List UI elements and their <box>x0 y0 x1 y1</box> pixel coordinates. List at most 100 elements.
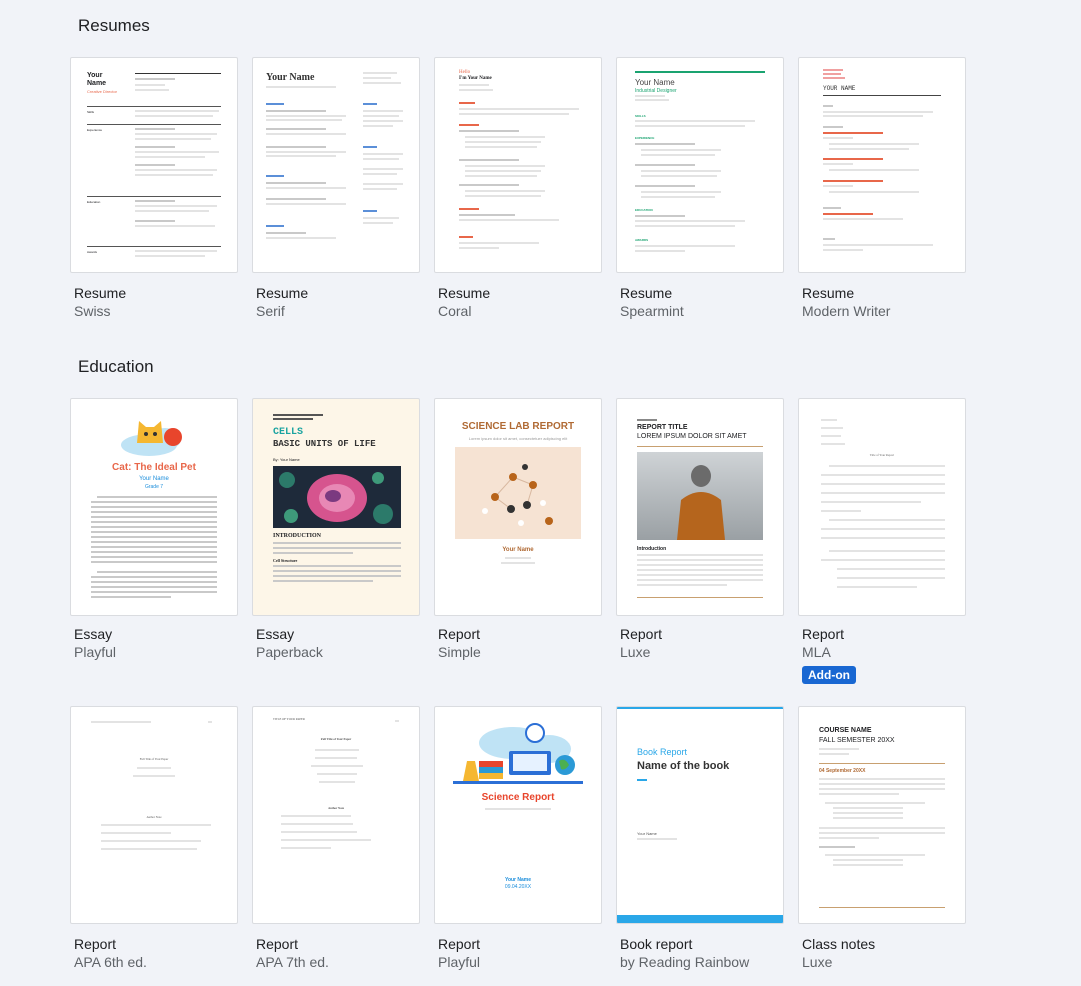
preview-author-note: Author Note <box>146 815 162 819</box>
preview-name: I'm Your Name <box>459 76 492 81</box>
template-title: Resume <box>256 285 309 301</box>
template-thumbnail[interactable]: YOUR NAME <box>798 57 966 273</box>
preview-subtitle: Lorem ipsum dolor sit amet, consectetuer… <box>468 436 568 441</box>
preview-title: CELLS <box>273 427 304 438</box>
template-title: Report <box>74 936 117 952</box>
template-thumbnail[interactable]: Your Name Creative Director Skills Exper… <box>70 57 238 273</box>
preview-title: COURSE NAME <box>819 727 872 734</box>
preview-title: Science Report <box>481 792 555 803</box>
template-thumbnail[interactable]: SCIENCE LAB REPORT Lorem ipsum dolor sit… <box>434 398 602 616</box>
template-card-report-apa6[interactable]: Full Title of Your Paper Author Note Rep… <box>70 706 238 970</box>
template-card-report-apa7[interactable]: TITLE OF YOUR PAPER Full Title of Your P… <box>252 706 420 970</box>
template-thumbnail[interactable]: Your Name <box>252 57 420 273</box>
template-title: Resume <box>438 285 491 301</box>
template-card-resume-serif[interactable]: Your Name Resume Serif <box>252 57 420 319</box>
template-thumbnail[interactable]: REPORT TITLE LOREM IPSUM DOLOR SIT AMET … <box>616 398 784 616</box>
preview-title: REPORT TITLE <box>637 424 688 431</box>
template-title: Essay <box>256 626 295 642</box>
template-card-essay-paperback[interactable]: CELLS BASIC UNITS OF LIFE By: Your Name … <box>252 398 420 660</box>
template-subtitle: MLA <box>802 644 831 660</box>
preview-name: Your Name <box>502 547 534 553</box>
template-subtitle: APA 6th ed. <box>74 954 147 970</box>
template-thumbnail[interactable]: Hello I'm Your Name <box>434 57 602 273</box>
template-card-essay-playful[interactable]: Cat: The Ideal Pet Your Name Grade 7 Ess… <box>70 398 238 660</box>
template-card-class-notes[interactable]: COURSE NAME FALL SEMESTER 20XX 04 Septem… <box>798 706 966 970</box>
template-title: Report <box>256 936 299 952</box>
template-subtitle: Spearmint <box>620 303 684 319</box>
preview-name: Your Name <box>504 877 532 883</box>
template-thumbnail[interactable]: Book Report Name of the book Your Name <box>616 706 784 924</box>
template-subtitle: Playful <box>438 954 481 970</box>
template-title: Class notes <box>802 936 876 952</box>
preview-title: SCIENCE LAB REPORT <box>461 421 575 432</box>
template-title: Book report <box>620 936 693 952</box>
template-card-book-report[interactable]: Book Report Name of the book Your Name B… <box>616 706 784 970</box>
template-title: Resume <box>802 285 855 301</box>
template-subtitle: Luxe <box>802 954 833 970</box>
template-thumbnail[interactable]: Science Report Your Name 09.04.20XX <box>434 706 602 924</box>
template-title: Resume <box>620 285 673 301</box>
preview-author: By: Your Name <box>273 457 300 462</box>
template-card-resume-swiss[interactable]: Your Name Creative Director Skills Exper… <box>70 57 238 319</box>
preview-heading: Experience <box>87 128 103 132</box>
preview-name: Your Name <box>266 72 315 83</box>
template-thumbnail[interactable]: Title of Your Report <box>798 398 966 616</box>
template-card-report-luxe[interactable]: REPORT TITLE LOREM IPSUM DOLOR SIT AMET … <box>616 398 784 660</box>
template-thumbnail[interactable]: CELLS BASIC UNITS OF LIFE By: Your Name … <box>252 398 420 616</box>
template-card-report-playful[interactable]: Science Report Your Name 09.04.20XX Repo… <box>434 706 602 970</box>
science-illustration-icon <box>453 723 583 784</box>
template-subtitle: Playful <box>74 644 117 660</box>
template-subtitle: Luxe <box>620 644 651 660</box>
preview-running-head: TITLE OF YOUR PAPER <box>273 717 305 721</box>
template-subtitle: Paperback <box>256 644 323 660</box>
template-title: Report <box>620 626 663 642</box>
preview-title: Full Title of Your Paper <box>320 737 352 741</box>
template-title: Report <box>802 626 845 642</box>
template-thumbnail[interactable]: COURSE NAME FALL SEMESTER 20XX 04 Septem… <box>798 706 966 924</box>
cat-illustration-icon <box>121 421 182 456</box>
template-card-resume-coral[interactable]: Hello I'm Your Name Resume Coral <box>434 57 602 319</box>
template-subtitle: Serif <box>256 303 285 319</box>
preview-name: Your <box>87 72 103 79</box>
section-title-education: Education <box>78 357 154 376</box>
preview-role: Industrial Designer <box>635 88 677 94</box>
section-title-resumes: Resumes <box>78 16 150 35</box>
preview-grade: Grade 7 <box>144 484 164 490</box>
template-title: Essay <box>74 626 113 642</box>
molecule-illustration <box>455 447 581 539</box>
template-thumbnail[interactable]: TITLE OF YOUR PAPER Full Title of Your P… <box>252 706 420 924</box>
preview-heading: SKILLS <box>635 114 646 118</box>
preview-title: FALL SEMESTER 20XX <box>819 737 895 744</box>
preview-title: Cat: The Ideal Pet <box>112 462 196 473</box>
preview-name: Your Name <box>637 831 657 836</box>
template-subtitle: Swiss <box>74 303 111 319</box>
preview-heading: EDUCATION <box>635 208 653 212</box>
template-title: Report <box>438 626 481 642</box>
template-thumbnail[interactable]: Cat: The Ideal Pet Your Name Grade 7 <box>70 398 238 616</box>
template-card-resume-spearmint[interactable]: Your Name Industrial Designer SKILLS EXP… <box>616 57 784 319</box>
template-subtitle: APA 7th ed. <box>256 954 329 970</box>
cell-illustration <box>273 466 401 528</box>
template-title: Resume <box>74 285 127 301</box>
template-subtitle: Simple <box>438 644 481 660</box>
template-card-report-mla[interactable]: Title of Your Report Report MLA Add-on <box>798 398 966 684</box>
preview-date: 04 September 20XX <box>819 768 866 774</box>
preview-heading: Introduction <box>637 546 667 552</box>
preview-date: 09.04.20XX <box>504 884 532 890</box>
preview-heading: AWARDS <box>635 238 649 242</box>
preview-label: Book Report <box>637 747 688 757</box>
template-thumbnail[interactable]: Full Title of Your Paper Author Note <box>70 706 238 924</box>
preview-heading: Education <box>87 200 101 204</box>
template-card-report-simple[interactable]: SCIENCE LAB REPORT Lorem ipsum dolor sit… <box>434 398 602 660</box>
preview-heading: EXPERIENCE <box>635 136 655 140</box>
template-thumbnail[interactable]: Your Name Industrial Designer SKILLS EXP… <box>616 57 784 273</box>
preview-name: Name <box>87 80 107 87</box>
template-card-resume-modern-writer[interactable]: YOUR NAME Resume Modern Writer <box>798 57 966 319</box>
template-title: Report <box>438 936 481 952</box>
template-subtitle: Coral <box>438 303 472 319</box>
preview-name: Your Name <box>635 78 675 87</box>
preview-greeting: Hello <box>459 70 471 75</box>
add-on-badge: Add-on <box>802 666 856 684</box>
person-photo <box>637 452 763 540</box>
preview-heading: Cell Structure <box>273 558 298 563</box>
